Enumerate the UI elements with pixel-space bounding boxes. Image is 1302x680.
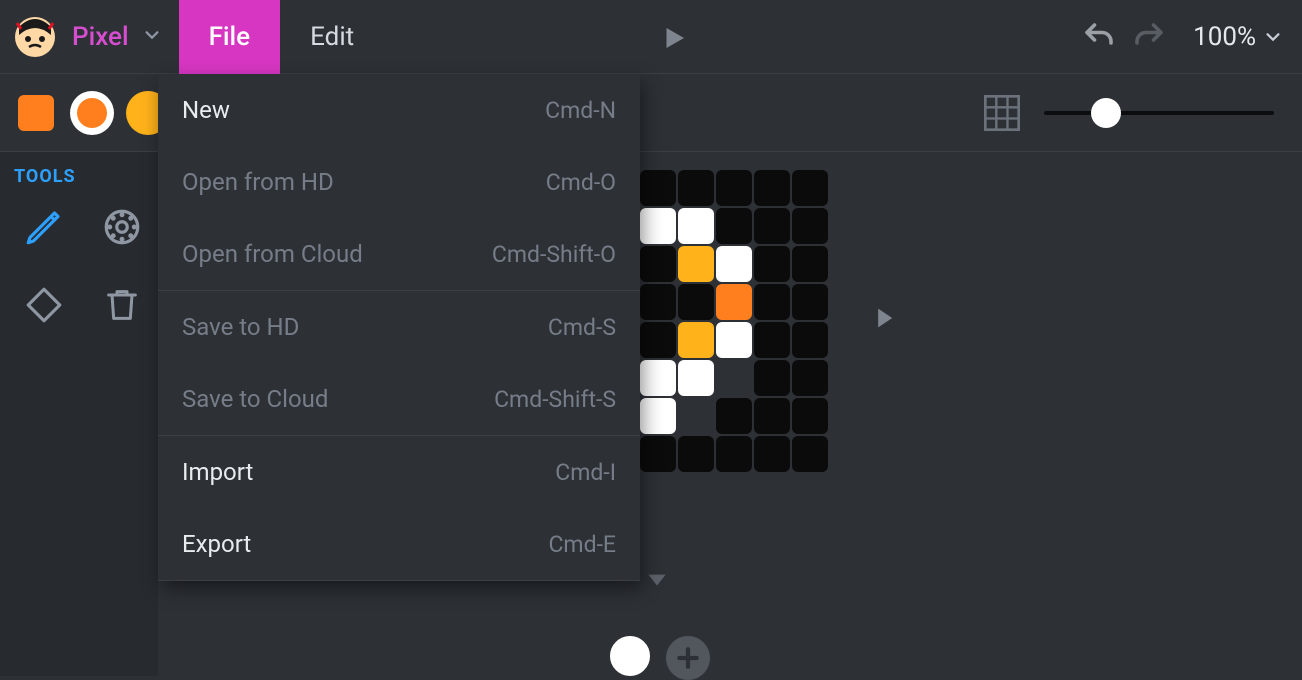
menu-item-open-cloud[interactable]: Open from Cloud Cmd-Shift-O	[158, 218, 640, 290]
play-icon[interactable]	[652, 16, 696, 60]
trash-tool-icon[interactable]	[92, 275, 152, 335]
zoom-selector[interactable]: 100%	[1193, 22, 1282, 52]
eraser-tool-icon[interactable]	[14, 275, 74, 335]
menu-item-new[interactable]: New Cmd-N	[158, 74, 640, 146]
pencil-tool-icon[interactable]	[14, 197, 74, 257]
pixel-canvas[interactable]	[640, 152, 828, 472]
menu-edit[interactable]: Edit	[280, 0, 384, 74]
menu-item-save-cloud[interactable]: Save to Cloud Cmd-Shift-S	[158, 363, 640, 435]
app-logo	[12, 14, 58, 60]
menu-separator	[158, 580, 640, 581]
slider-thumb[interactable]	[1091, 98, 1121, 128]
tools-heading: TOOLS	[14, 166, 144, 187]
color-swatch-ring[interactable]	[70, 91, 114, 135]
settings-gear-icon[interactable]	[92, 197, 152, 257]
undo-icon[interactable]	[1077, 15, 1121, 59]
menu-item-open-hd[interactable]: Open from HD Cmd-O	[158, 146, 640, 218]
next-frame-icon[interactable]	[870, 300, 898, 340]
chevron-down-icon[interactable]	[143, 26, 161, 48]
grid-toggle-icon[interactable]	[982, 93, 1022, 133]
zoom-value: 100%	[1193, 22, 1256, 52]
color-swatch-primary[interactable]	[18, 95, 54, 131]
zoom-slider[interactable]	[1044, 111, 1274, 115]
menu-item-export[interactable]: Export Cmd-E	[158, 508, 640, 580]
chevron-down-icon	[1264, 28, 1282, 46]
brand-name: Pixel	[72, 22, 129, 52]
menu-item-import[interactable]: Import Cmd-I	[158, 436, 640, 508]
add-frame-button[interactable]	[666, 636, 710, 680]
menu-file[interactable]: File	[179, 0, 281, 74]
expand-down-icon[interactable]	[640, 566, 674, 596]
file-menu-dropdown: New Cmd-N Open from HD Cmd-O Open from C…	[158, 74, 640, 581]
frame-indicator[interactable]	[610, 636, 650, 676]
redo-icon	[1127, 15, 1171, 59]
menu-item-save-hd[interactable]: Save to HD Cmd-S	[158, 291, 640, 363]
